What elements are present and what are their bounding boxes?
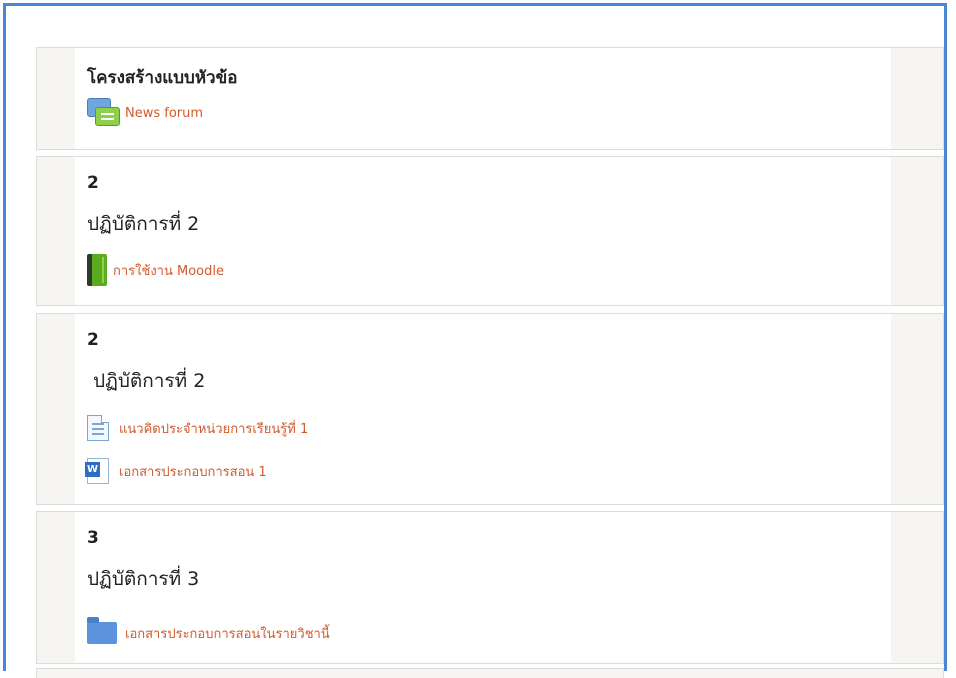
- page-icon: [87, 415, 109, 441]
- section-content: 2 ปฏิบัติการที่ 2 การใช้งาน Moodle: [75, 157, 891, 305]
- activity-link[interactable]: แนวคิดประจำหน่วยการเรียนรู้ที่ 1: [119, 418, 308, 439]
- activity-news-forum[interactable]: News forum: [87, 98, 203, 128]
- section-content: 2 ปฏิบัติการที่ 2 แนวคิดประจำหน่วยการเรี…: [75, 314, 891, 504]
- section-title: 3: [87, 528, 99, 548]
- section-title: 2: [87, 173, 99, 193]
- section-title: 2: [87, 330, 99, 350]
- activity-link[interactable]: เอกสารประกอบการสอนในรายวิชานี้: [125, 623, 330, 644]
- activity-link[interactable]: เอกสารประกอบการสอน 1: [119, 461, 267, 482]
- course-section-2a: 2 ปฏิบัติการที่ 2 การใช้งาน Moodle: [36, 156, 944, 306]
- activity-page[interactable]: แนวคิดประจำหน่วยการเรียนรู้ที่ 1: [87, 415, 308, 441]
- activity-link[interactable]: การใช้งาน Moodle: [113, 260, 224, 281]
- activity-link[interactable]: News forum: [125, 106, 203, 121]
- course-section-2b: 2 ปฏิบัติการที่ 2 แนวคิดประจำหน่วยการเรี…: [36, 313, 944, 505]
- book-icon: [87, 254, 107, 286]
- section-title: โครงสร้างแบบหัวข้อ: [87, 68, 238, 88]
- course-section-next: [36, 668, 944, 678]
- course-frame: โครงสร้างแบบหัวข้อ News forum 2 ปฏิบัติก…: [3, 3, 947, 678]
- section-content: โครงสร้างแบบหัวข้อ News forum: [75, 48, 891, 149]
- section-summary: ปฏิบัติการที่ 3: [87, 568, 200, 590]
- forum-icon: [87, 98, 120, 128]
- folder-icon: [87, 617, 117, 644]
- section-summary: ปฏิบัติการที่ 2: [87, 213, 200, 235]
- activity-folder[interactable]: เอกสารประกอบการสอนในรายวิชานี้: [87, 617, 330, 644]
- section-content: 3 ปฏิบัติการที่ 3 เอกสารประกอบการสอนในรา…: [75, 512, 891, 663]
- course-section-3: 3 ปฏิบัติการที่ 3 เอกสารประกอบการสอนในรา…: [36, 511, 944, 664]
- section-summary: ปฏิบัติการที่ 2: [87, 370, 206, 392]
- activity-word-document[interactable]: W เอกสารประกอบการสอน 1: [85, 458, 267, 484]
- word-document-icon: W: [85, 458, 109, 484]
- course-section-general: โครงสร้างแบบหัวข้อ News forum: [36, 47, 944, 150]
- activity-book[interactable]: การใช้งาน Moodle: [87, 254, 224, 286]
